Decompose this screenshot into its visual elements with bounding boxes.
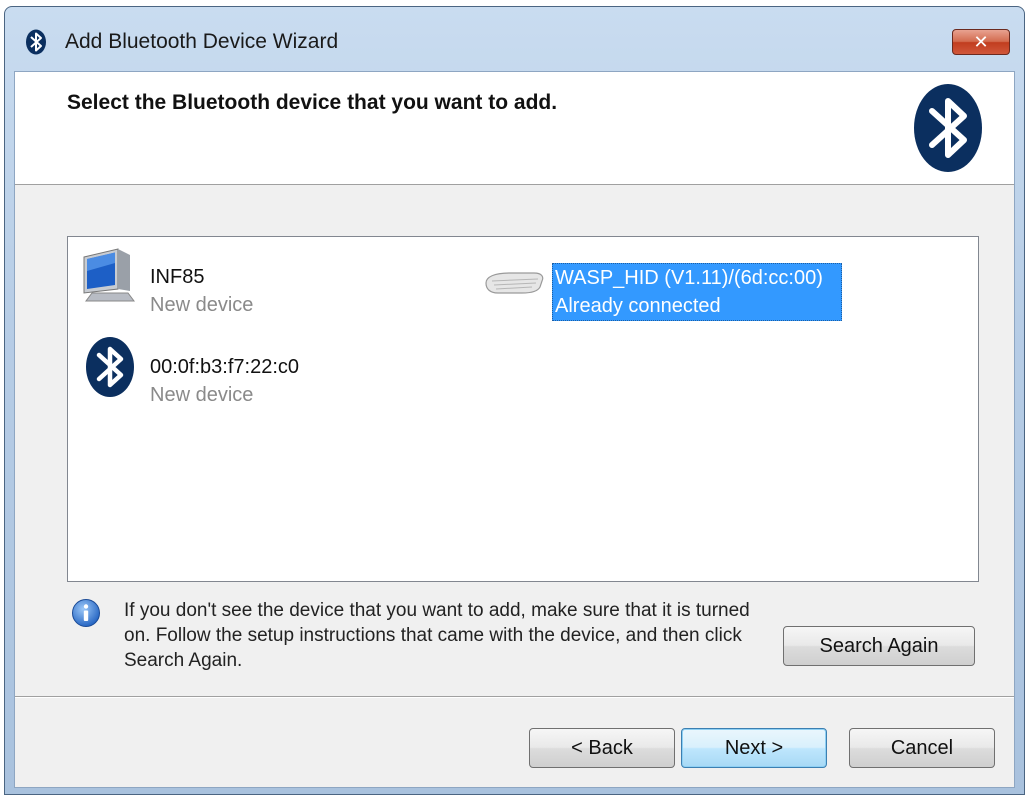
device-name: 00:0f:b3:f7:22:c0 <box>150 356 300 378</box>
device-status: New device <box>150 384 254 406</box>
cancel-button[interactable]: Cancel <box>849 728 995 768</box>
info-text: If you don't see the device that you wan… <box>124 600 750 671</box>
close-button[interactable]: ✕ <box>952 29 1010 55</box>
device-list[interactable]: INF85 New device WASP_HID (V1.11)/(6d:cc… <box>67 236 979 582</box>
device-status: Already connected <box>555 295 721 317</box>
page-heading: Select the Bluetooth device that you wan… <box>67 91 558 114</box>
bluetooth-icon <box>86 337 134 397</box>
list-item[interactable]: 00:0f:b3:f7:22:c0 New device <box>78 333 299 409</box>
list-item-selected[interactable]: WASP_HID (V1.11)/(6d:cc:00) Already conn… <box>482 243 842 321</box>
info-icon <box>72 599 100 627</box>
device-name: WASP_HID (V1.11)/(6d:cc:00) <box>555 267 823 289</box>
bluetooth-icon <box>26 29 46 55</box>
window-title: Add Bluetooth Device Wizard <box>65 30 339 53</box>
back-button[interactable]: < Back <box>529 728 675 768</box>
wizard-body: Select the Bluetooth device that you wan… <box>14 71 1015 788</box>
keyboard-icon <box>485 272 544 294</box>
wizard-window: Add Bluetooth Device Wizard ✕ Select the… <box>4 6 1025 795</box>
device-status: New device <box>150 294 254 316</box>
computer-icon <box>83 248 135 302</box>
list-item[interactable]: INF85 New device <box>78 243 253 319</box>
search-again-button[interactable]: Search Again <box>783 626 975 666</box>
title-bar[interactable]: Add Bluetooth Device Wizard ✕ <box>5 7 1024 71</box>
device-name: INF85 <box>150 266 205 288</box>
divider <box>15 696 1014 698</box>
wizard-header: Select the Bluetooth device that you wan… <box>15 72 1014 185</box>
bluetooth-logo-icon <box>914 84 982 172</box>
close-icon: ✕ <box>973 31 989 52</box>
next-button[interactable]: Next > <box>681 728 827 768</box>
